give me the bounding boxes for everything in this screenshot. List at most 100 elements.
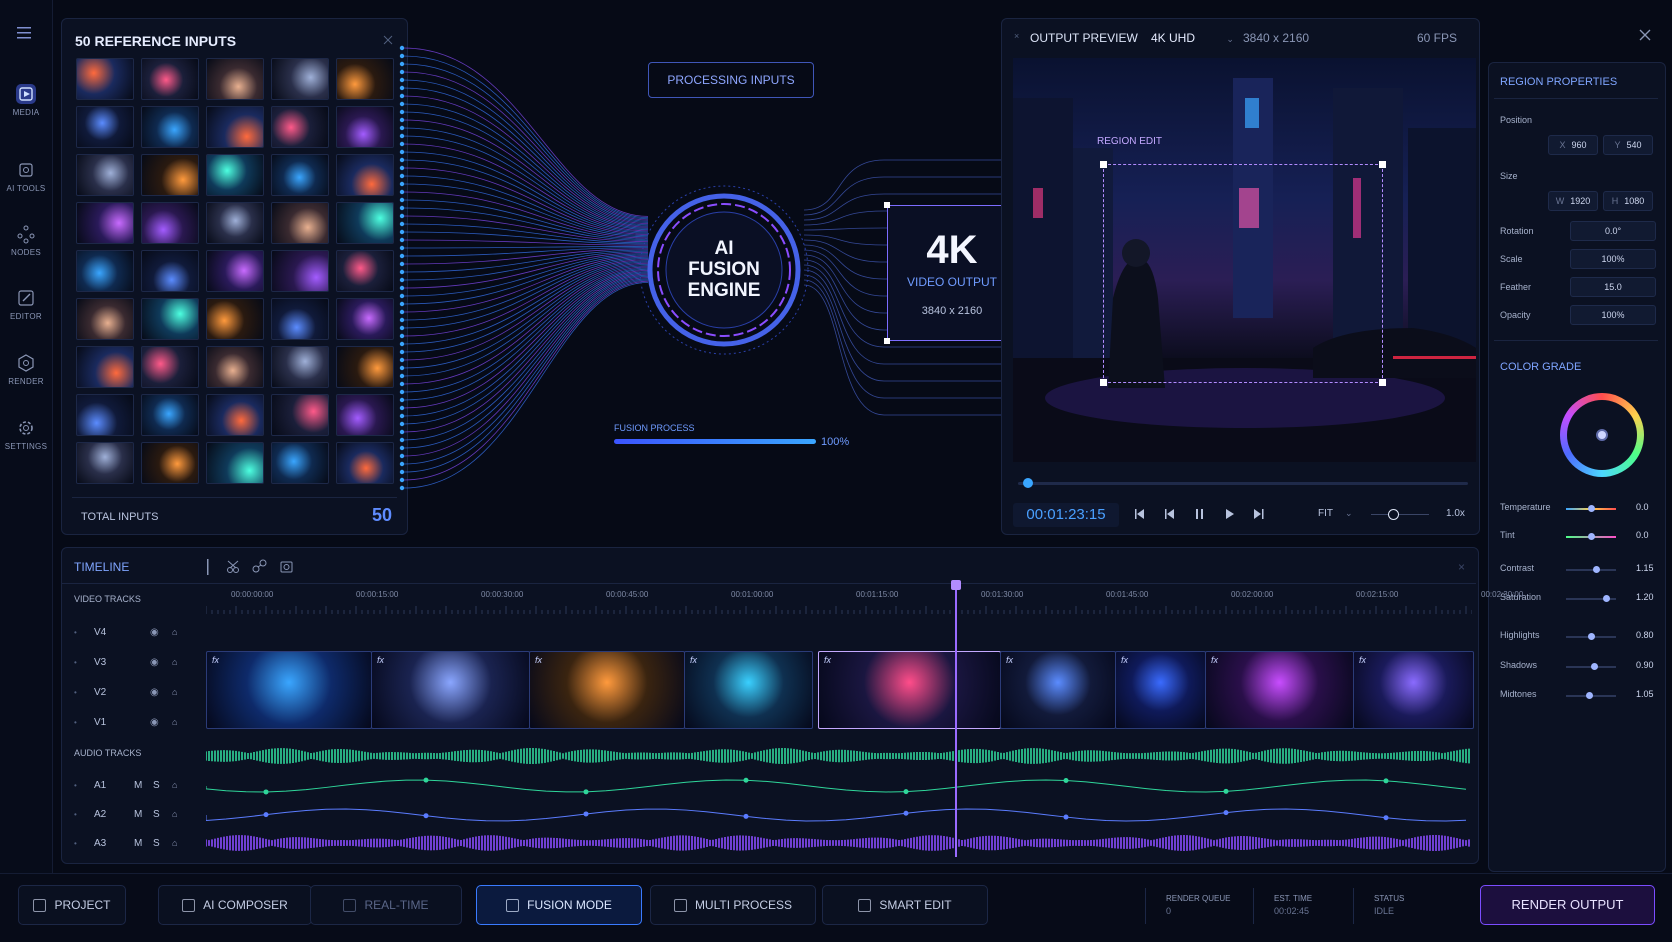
reference-thumbnail[interactable] [141, 442, 199, 484]
video-clip[interactable]: fx [684, 651, 813, 729]
reference-thumbnail[interactable] [206, 442, 264, 484]
region-handle[interactable] [1379, 161, 1386, 168]
reference-thumbnail[interactable] [271, 346, 329, 388]
size-w-field[interactable]: W 1920 [1548, 191, 1598, 211]
fx-badge[interactable]: fx [1211, 655, 1218, 665]
close-icon[interactable] [382, 33, 394, 45]
mode-button[interactable]: MULTI PROCESS [650, 885, 816, 925]
reference-thumbnail[interactable] [206, 394, 264, 436]
reference-thumbnail[interactable] [76, 442, 134, 484]
fps-select[interactable]: 60 FPS [1417, 31, 1457, 45]
color-wheel-picker[interactable] [1596, 429, 1608, 441]
reference-thumbnail[interactable] [336, 58, 394, 100]
reference-thumbnail[interactable] [141, 298, 199, 340]
fx-badge[interactable]: fx [824, 655, 831, 665]
mode-button[interactable]: PROJECT [18, 885, 126, 925]
opacity-field[interactable]: 100% [1570, 305, 1656, 325]
fx-badge[interactable]: fx [535, 655, 542, 665]
rail-item-nodes[interactable]: NODES [0, 224, 52, 257]
reference-thumbnail[interactable] [76, 346, 134, 388]
audio-track-header[interactable]: • A2 M S ⌂ [64, 806, 194, 830]
fit-select[interactable]: FIT ⌄ [1318, 508, 1353, 519]
reference-thumbnail[interactable] [76, 154, 134, 196]
slider-knob[interactable] [1588, 633, 1595, 640]
color-grade-slider[interactable] [1566, 533, 1616, 540]
reference-thumbnail[interactable] [206, 154, 264, 196]
lock-icon[interactable]: ⌂ [172, 717, 177, 727]
menu-icon[interactable] [17, 26, 35, 40]
reference-thumbnail[interactable] [271, 154, 329, 196]
fx-badge[interactable]: fx [212, 655, 219, 665]
reference-thumbnail[interactable] [336, 394, 394, 436]
processing-inputs-button[interactable]: PROCESSING INPUTS [648, 62, 814, 98]
slider-knob[interactable] [1585, 692, 1593, 699]
reference-thumbnail[interactable] [76, 58, 134, 100]
reference-thumbnail[interactable] [271, 58, 329, 100]
reference-thumbnail[interactable] [141, 58, 199, 100]
mode-button[interactable]: AI COMPOSER [158, 885, 312, 925]
reference-thumbnail[interactable] [336, 202, 394, 244]
mode-button[interactable]: FUSION MODE [476, 885, 642, 925]
audio-track-header[interactable]: • A1 M S ⌂ [64, 777, 194, 801]
lock-icon[interactable]: ⌂ [172, 838, 177, 848]
lock-icon[interactable]: ⌂ [172, 809, 177, 819]
color-grade-slider[interactable] [1566, 633, 1616, 640]
slider-knob[interactable] [1593, 566, 1600, 573]
playhead[interactable] [951, 580, 961, 857]
video-clip[interactable]: fx [371, 651, 530, 729]
playhead-handle[interactable] [951, 580, 961, 590]
reference-thumbnail[interactable] [336, 250, 394, 292]
slider-knob[interactable] [1590, 663, 1598, 670]
reference-thumbnail[interactable] [76, 106, 134, 148]
reference-thumbnail[interactable] [271, 202, 329, 244]
reference-thumbnail[interactable] [76, 250, 134, 292]
video-clip[interactable]: fx [1205, 651, 1354, 729]
reference-thumbnail[interactable] [76, 394, 134, 436]
preview-scrubber[interactable] [1018, 478, 1468, 488]
position-y-field[interactable]: Y 540 [1603, 135, 1653, 155]
playback-speed[interactable]: 1.0x [1446, 508, 1465, 519]
zoom-slider[interactable] [1371, 509, 1429, 520]
reference-thumbnail[interactable] [141, 250, 199, 292]
scrubber-knob[interactable] [1023, 478, 1033, 488]
color-grade-slider[interactable] [1566, 505, 1616, 512]
solo-button[interactable]: S [153, 780, 160, 791]
size-h-field[interactable]: H 1080 [1603, 191, 1653, 211]
reference-thumbnail[interactable] [336, 298, 394, 340]
mode-button[interactable]: SMART EDIT [822, 885, 988, 925]
reference-thumbnail[interactable] [336, 346, 394, 388]
reference-thumbnail[interactable] [206, 346, 264, 388]
reference-thumbnail[interactable] [206, 202, 264, 244]
reference-thumbnail[interactable] [206, 298, 264, 340]
timeline-close-icon[interactable]: × [1458, 560, 1465, 574]
reference-thumbnail[interactable] [206, 250, 264, 292]
region-handle[interactable] [1100, 379, 1107, 386]
mode-button[interactable]: REAL-TIME [310, 885, 462, 925]
video-track-header[interactable]: • V4 ◉ ⌂ [64, 624, 194, 648]
mute-button[interactable]: M [134, 809, 142, 820]
fx-badge[interactable]: fx [1006, 655, 1013, 665]
fx-badge[interactable]: fx [690, 655, 697, 665]
eye-icon[interactable]: ◉ [150, 717, 159, 728]
video-clip[interactable]: fx [206, 651, 372, 729]
rotation-field[interactable]: 0.0° [1570, 221, 1656, 241]
reference-thumbnail[interactable] [271, 298, 329, 340]
scale-field[interactable]: 100% [1570, 249, 1656, 269]
video-clip[interactable]: fx [1000, 651, 1116, 729]
color-grade-slider[interactable] [1566, 566, 1616, 573]
lock-icon[interactable]: ⌂ [172, 657, 177, 667]
reference-thumbnail[interactable] [141, 346, 199, 388]
audio-track-header[interactable]: • A3 M S ⌂ [64, 835, 194, 859]
slider-knob[interactable] [1603, 595, 1610, 602]
video-track-header[interactable]: • V3 ◉ ⌂ [64, 654, 194, 678]
rail-item-ai-tools[interactable]: AI TOOLS [0, 160, 52, 193]
preview-close-small-icon[interactable]: × [1014, 31, 1019, 41]
reference-thumbnail[interactable] [336, 442, 394, 484]
panel-close-icon[interactable] [1638, 28, 1652, 42]
color-grade-slider[interactable] [1566, 595, 1616, 602]
reference-thumbnail[interactable] [271, 442, 329, 484]
reference-thumbnail[interactable] [206, 58, 264, 100]
rail-item-media[interactable]: MEDIA [0, 84, 52, 117]
eye-icon[interactable]: ◉ [150, 627, 159, 638]
reference-thumbnail[interactable] [141, 154, 199, 196]
